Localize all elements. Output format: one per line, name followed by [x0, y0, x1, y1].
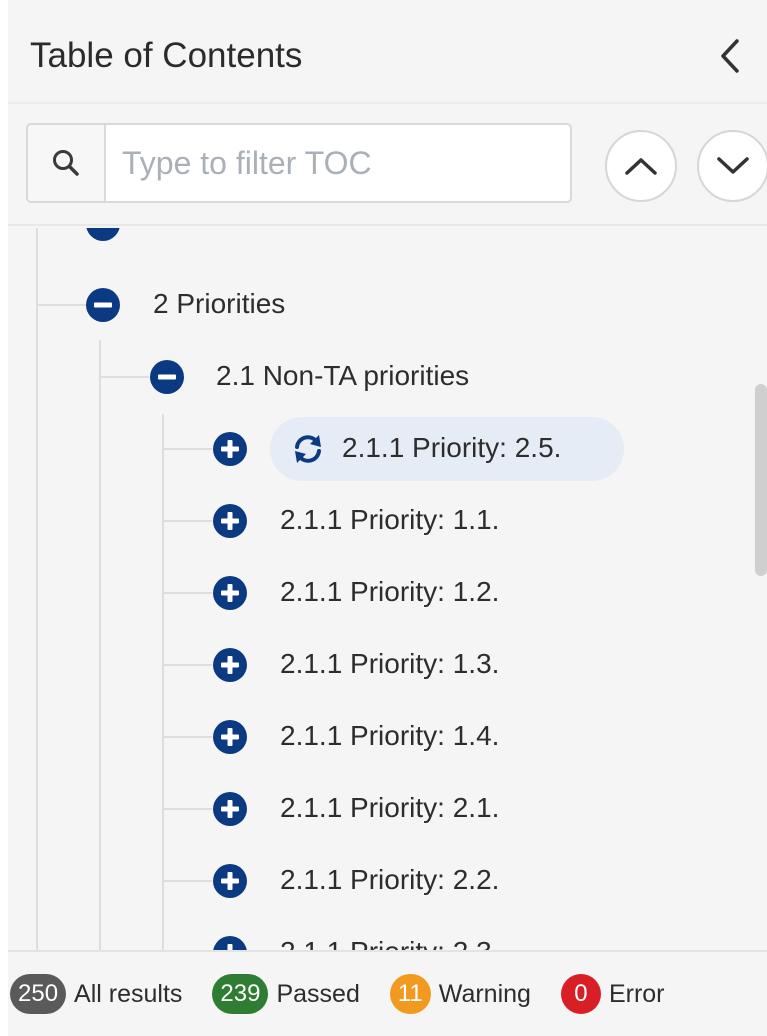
tree-branch-line	[162, 592, 212, 594]
expand-node-icon[interactable]	[212, 863, 248, 899]
stat-label: Passed	[276, 979, 360, 1008]
tree-branch-line	[99, 376, 149, 378]
collapse-node-icon[interactable]	[85, 287, 121, 323]
stat-label: Error	[608, 979, 665, 1008]
tree-scrollbar[interactable]	[755, 384, 767, 576]
filter-box	[26, 123, 572, 203]
count-badge: 250	[10, 974, 67, 1014]
collapse-panel-button[interactable]	[710, 36, 750, 76]
tree-node-label[interactable]: 2.1.1 Priority: 2.1.	[280, 791, 499, 825]
tree-branch-line	[162, 448, 212, 450]
collapse-node-icon[interactable]	[85, 228, 121, 242]
expand-node-icon[interactable]	[212, 719, 248, 755]
tree-node-label[interactable]: 2.1.1 Priority: 2.2.	[280, 863, 499, 897]
previous-match-button[interactable]	[605, 130, 677, 202]
expand-node-icon[interactable]	[212, 791, 248, 827]
tree-branch-line	[162, 664, 212, 666]
tree-node-label[interactable]: 2.1.1 Priority: 1.1.	[280, 503, 499, 537]
panel-title: Table of Contents	[30, 36, 303, 75]
chevron-down-icon	[717, 157, 749, 174]
chevron-left-icon	[721, 39, 739, 73]
next-match-button[interactable]	[697, 130, 767, 202]
tree-node-label[interactable]: 2.1.1 Priority: 2.3.	[280, 935, 499, 950]
tree-node-label[interactable]: 2.1.1 Priority: 2.5.	[342, 431, 561, 465]
toc-filter-input[interactable]	[106, 125, 570, 201]
results-footer: 250 All results 239 Passed 11 Warning 0 …	[8, 950, 767, 1036]
refresh-icon	[295, 435, 321, 463]
expand-node-icon[interactable]	[212, 503, 248, 539]
tree-node-label[interactable]: 2.1 Non-TA priorities	[216, 359, 469, 393]
count-badge: 11	[389, 974, 431, 1014]
search-icon-wrap	[28, 125, 106, 201]
search-icon	[53, 150, 79, 176]
count-badge: 0	[560, 974, 601, 1014]
filter-passed[interactable]: 239 Passed	[212, 974, 360, 1014]
toc-tree: 2 Priorities 2.1 Non-TA priorities 2.1.1…	[8, 228, 767, 950]
search-row	[8, 104, 767, 226]
tree-node-label[interactable]: 2.1.1 Priority: 1.3.	[280, 647, 499, 681]
collapse-node-icon[interactable]	[149, 359, 185, 395]
tree-branch-line	[162, 736, 212, 738]
filter-all-results[interactable]: 250 All results	[10, 974, 182, 1014]
tree-node-label[interactable]: 2.1.1 Priority: 1.2.	[280, 575, 499, 609]
filter-warning[interactable]: 11 Warning	[389, 974, 531, 1014]
stat-label: Warning	[438, 979, 531, 1008]
tree-branch-line	[162, 808, 212, 810]
expand-node-icon[interactable]	[212, 647, 248, 683]
tree-branch-line	[36, 304, 86, 306]
tree-guide-line	[99, 340, 101, 950]
expand-node-icon[interactable]	[212, 431, 248, 467]
filter-error[interactable]: 0 Error	[560, 974, 665, 1014]
stat-label: All results	[74, 979, 183, 1008]
tree-node-label[interactable]: 2 Priorities	[153, 287, 285, 321]
tree-guide-line	[162, 414, 164, 950]
tree-branch-line	[162, 880, 212, 882]
chevron-up-icon	[625, 158, 657, 175]
expand-node-icon[interactable]	[212, 575, 248, 611]
toc-panel: Table of Contents Type to filter TOC 2 P…	[8, 0, 767, 1036]
tree-guide-line	[36, 228, 38, 950]
toc-header: Table of Contents	[8, 0, 767, 104]
count-badge: 239	[212, 974, 269, 1014]
expand-node-icon[interactable]	[212, 935, 248, 950]
tree-branch-line	[162, 520, 212, 522]
tree-node-label[interactable]: 2.1.1 Priority: 1.4.	[280, 719, 499, 753]
